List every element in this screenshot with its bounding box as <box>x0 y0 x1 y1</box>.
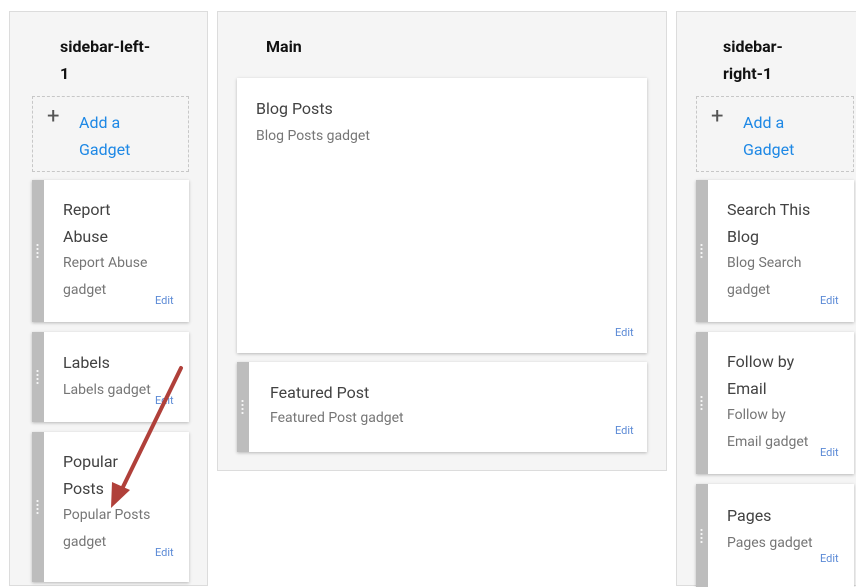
annotation-arrow <box>111 366 183 508</box>
